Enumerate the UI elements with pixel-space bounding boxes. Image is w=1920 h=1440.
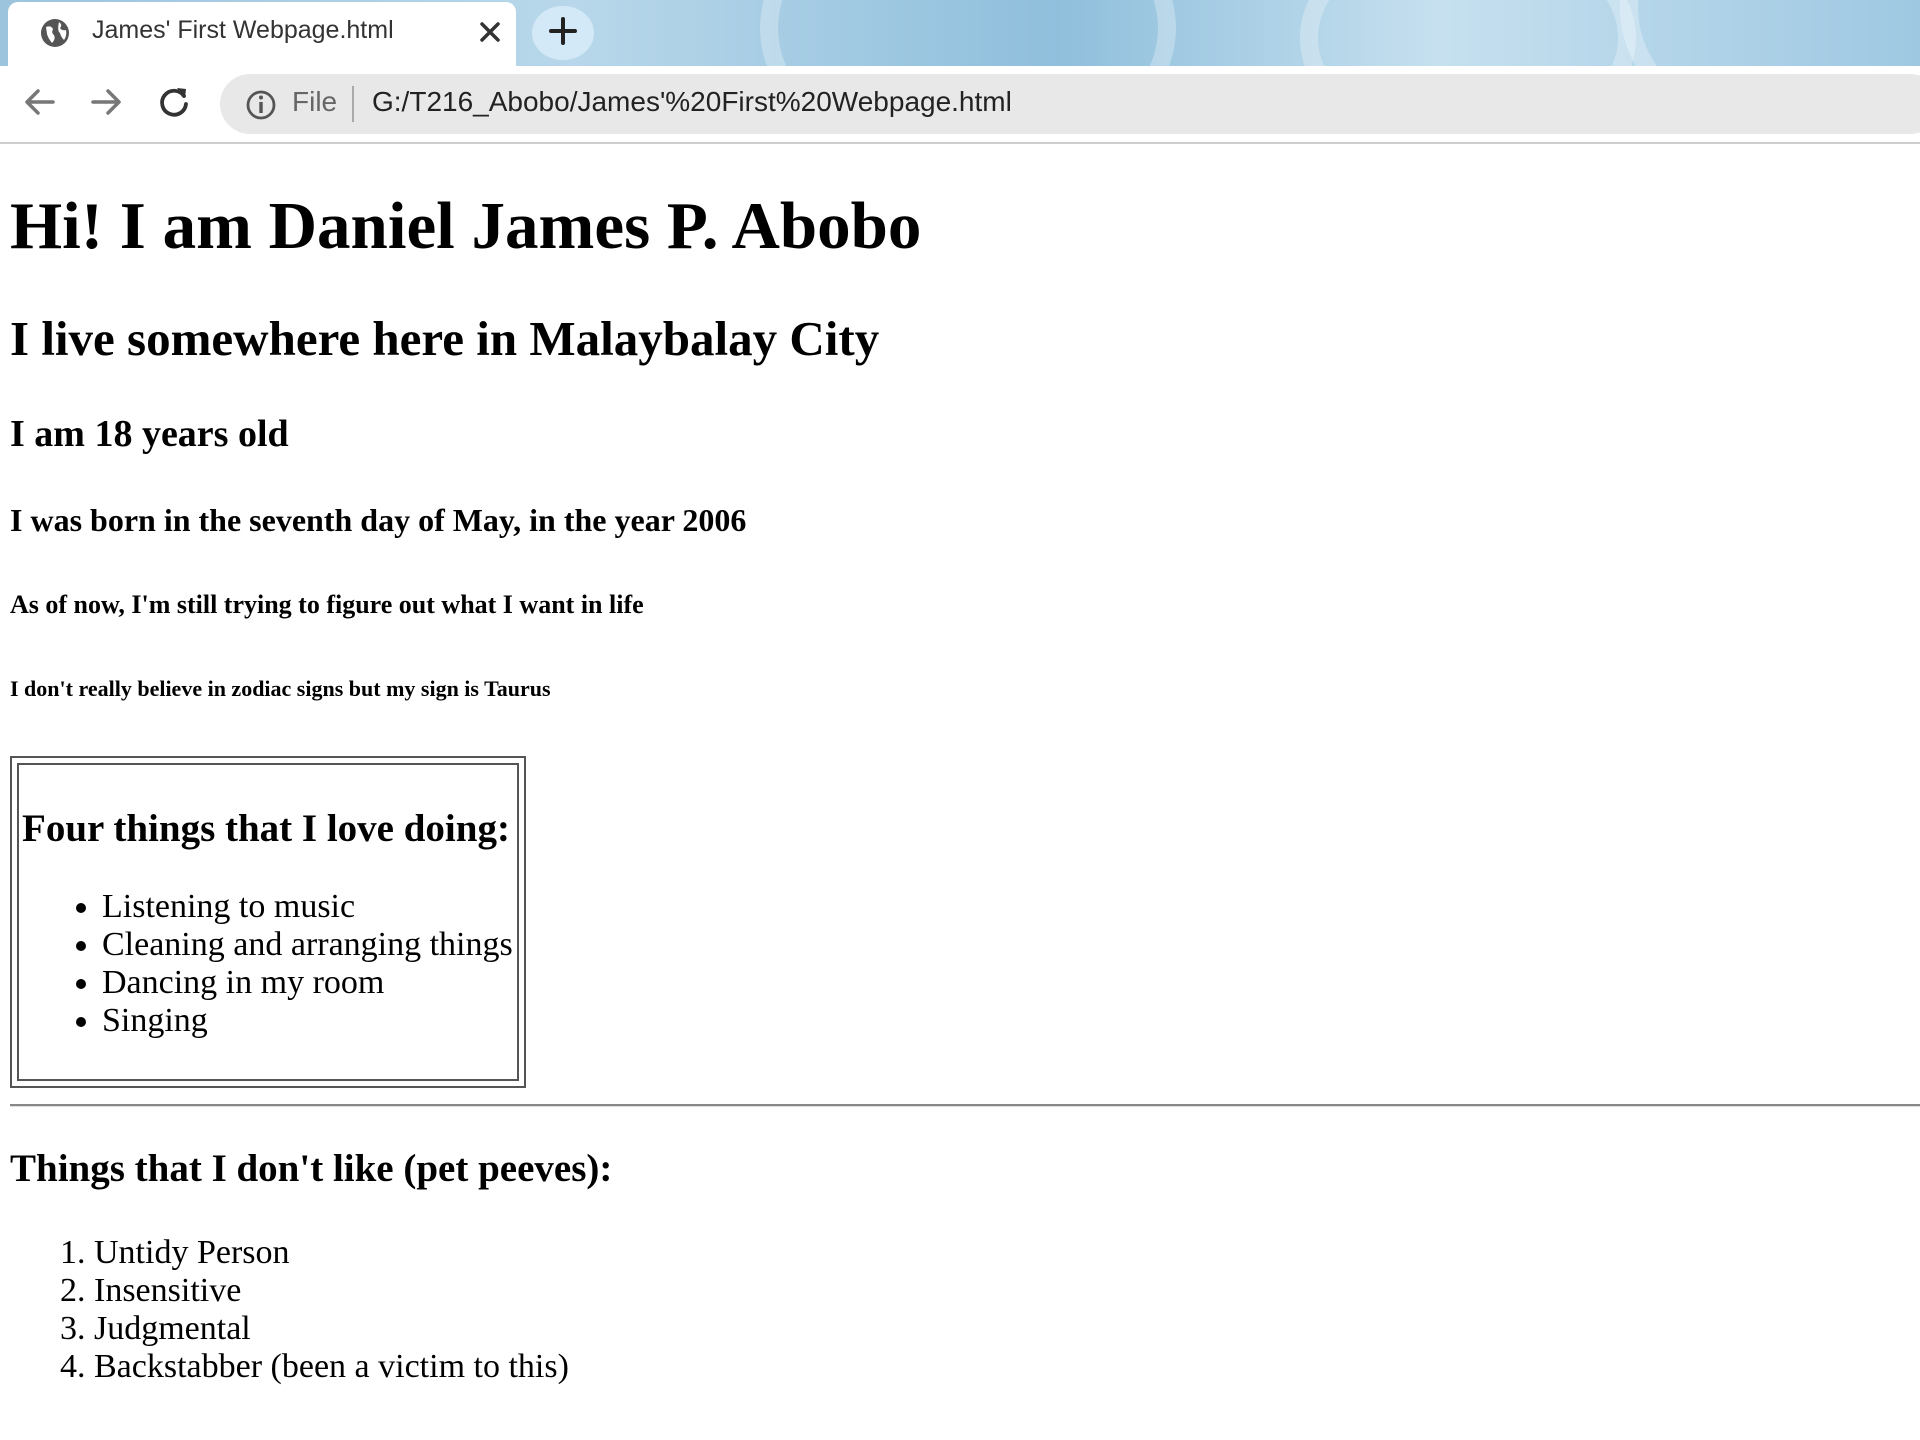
- scheme-label: File: [292, 86, 338, 117]
- address-divider: [352, 86, 354, 122]
- list-item: Dancing in my room: [102, 964, 513, 1002]
- loves-heading: Four things that I love doing:: [22, 807, 510, 850]
- tab-title: James' First Webpage.html: [92, 16, 394, 44]
- list-item: Singing: [102, 1002, 513, 1040]
- list-item: Listening to music: [102, 888, 513, 926]
- new-tab-button[interactable]: [532, 6, 594, 60]
- arrow-right-icon: [89, 85, 123, 124]
- info-icon[interactable]: [244, 88, 278, 122]
- reload-button[interactable]: [152, 82, 196, 126]
- list-item: Untidy Person: [94, 1234, 569, 1272]
- horizontal-rule: [10, 1104, 1920, 1107]
- browser-tab[interactable]: James' First Webpage.html: [8, 2, 516, 66]
- loves-list: Listening to music Cleaning and arrangin…: [12, 888, 513, 1040]
- browser-toolbar: File G:/T216_Abobo/James'%20First%20Webp…: [0, 66, 1920, 144]
- address-bar[interactable]: File G:/T216_Abobo/James'%20First%20Webp…: [220, 74, 1920, 134]
- arrow-left-icon: [23, 85, 57, 124]
- list-item: Backstabber (been a victim to this): [94, 1348, 569, 1386]
- peeves-list: Untidy Person Insensitive Judgmental Bac…: [0, 1234, 569, 1386]
- heading-5: As of now, I'm still trying to figure ou…: [10, 590, 644, 619]
- globe-icon: [38, 16, 72, 50]
- list-item: Judgmental: [94, 1310, 569, 1348]
- background-swirl: [760, 0, 1176, 66]
- list-item: Cleaning and arranging things: [102, 926, 513, 964]
- background-swirl: [1620, 0, 1920, 66]
- loves-table: Four things that I love doing: Listening…: [10, 756, 526, 1088]
- reload-icon: [157, 85, 191, 124]
- heading-6: I don't really believe in zodiac signs b…: [10, 676, 551, 701]
- plus-icon: [548, 16, 578, 51]
- heading-4: I was born in the seventh day of May, in…: [10, 502, 747, 538]
- back-button[interactable]: [18, 82, 62, 126]
- tab-strip: James' First Webpage.html: [0, 0, 1920, 66]
- url-text[interactable]: G:/T216_Abobo/James'%20First%20Webpage.h…: [372, 86, 1012, 118]
- heading-1: Hi! I am Daniel James P. Abobo: [10, 189, 922, 263]
- close-icon[interactable]: [472, 14, 508, 50]
- background-swirl: [1300, 0, 1636, 66]
- heading-2: I live somewhere here in Malaybalay City: [10, 311, 880, 366]
- list-item: Insensitive: [94, 1272, 569, 1310]
- heading-3: I am 18 years old: [10, 413, 289, 455]
- peeves-heading: Things that I don't like (pet peeves):: [10, 1147, 613, 1190]
- forward-button[interactable]: [84, 82, 128, 126]
